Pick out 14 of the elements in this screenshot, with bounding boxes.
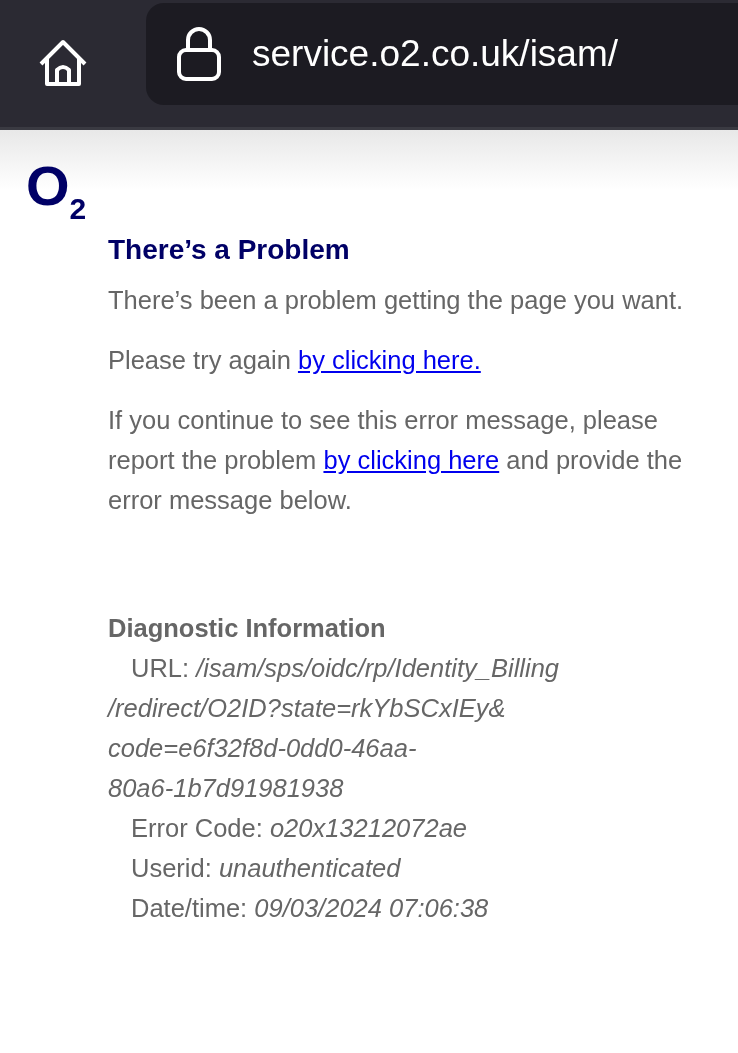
message-paragraph: Please try again by clicking here. xyxy=(108,345,482,376)
o2-logo: O$_{2}$ xyxy=(26,158,87,224)
diagnostic-line: Date/time: 09/03/2024 07:06:38 xyxy=(130,893,490,924)
diagnostic-line: Error Code: o20x13212072ae xyxy=(130,813,468,844)
page-heading: There’s a Problem xyxy=(108,233,351,267)
url-text: service.o2.co.uk/isam/ xyxy=(252,32,619,75)
lock-icon xyxy=(176,25,222,82)
message-paragraph: There’s been a problem getting the page you want. xyxy=(108,285,685,316)
diagnostic-title: Diagnostic Information xyxy=(108,613,387,644)
retry-link[interactable]: by clicking here. xyxy=(297,346,481,374)
message-paragraph: If you continue to see this error message, please report the problem by clicking here and provide the error message below. xyxy=(108,405,684,516)
retry-link[interactable]: by clicking here xyxy=(323,446,500,474)
diagnostic-line: Userid: unauthenticated xyxy=(130,853,402,884)
address-bar[interactable]: service.o2.co.uk/isam/ xyxy=(146,2,738,105)
